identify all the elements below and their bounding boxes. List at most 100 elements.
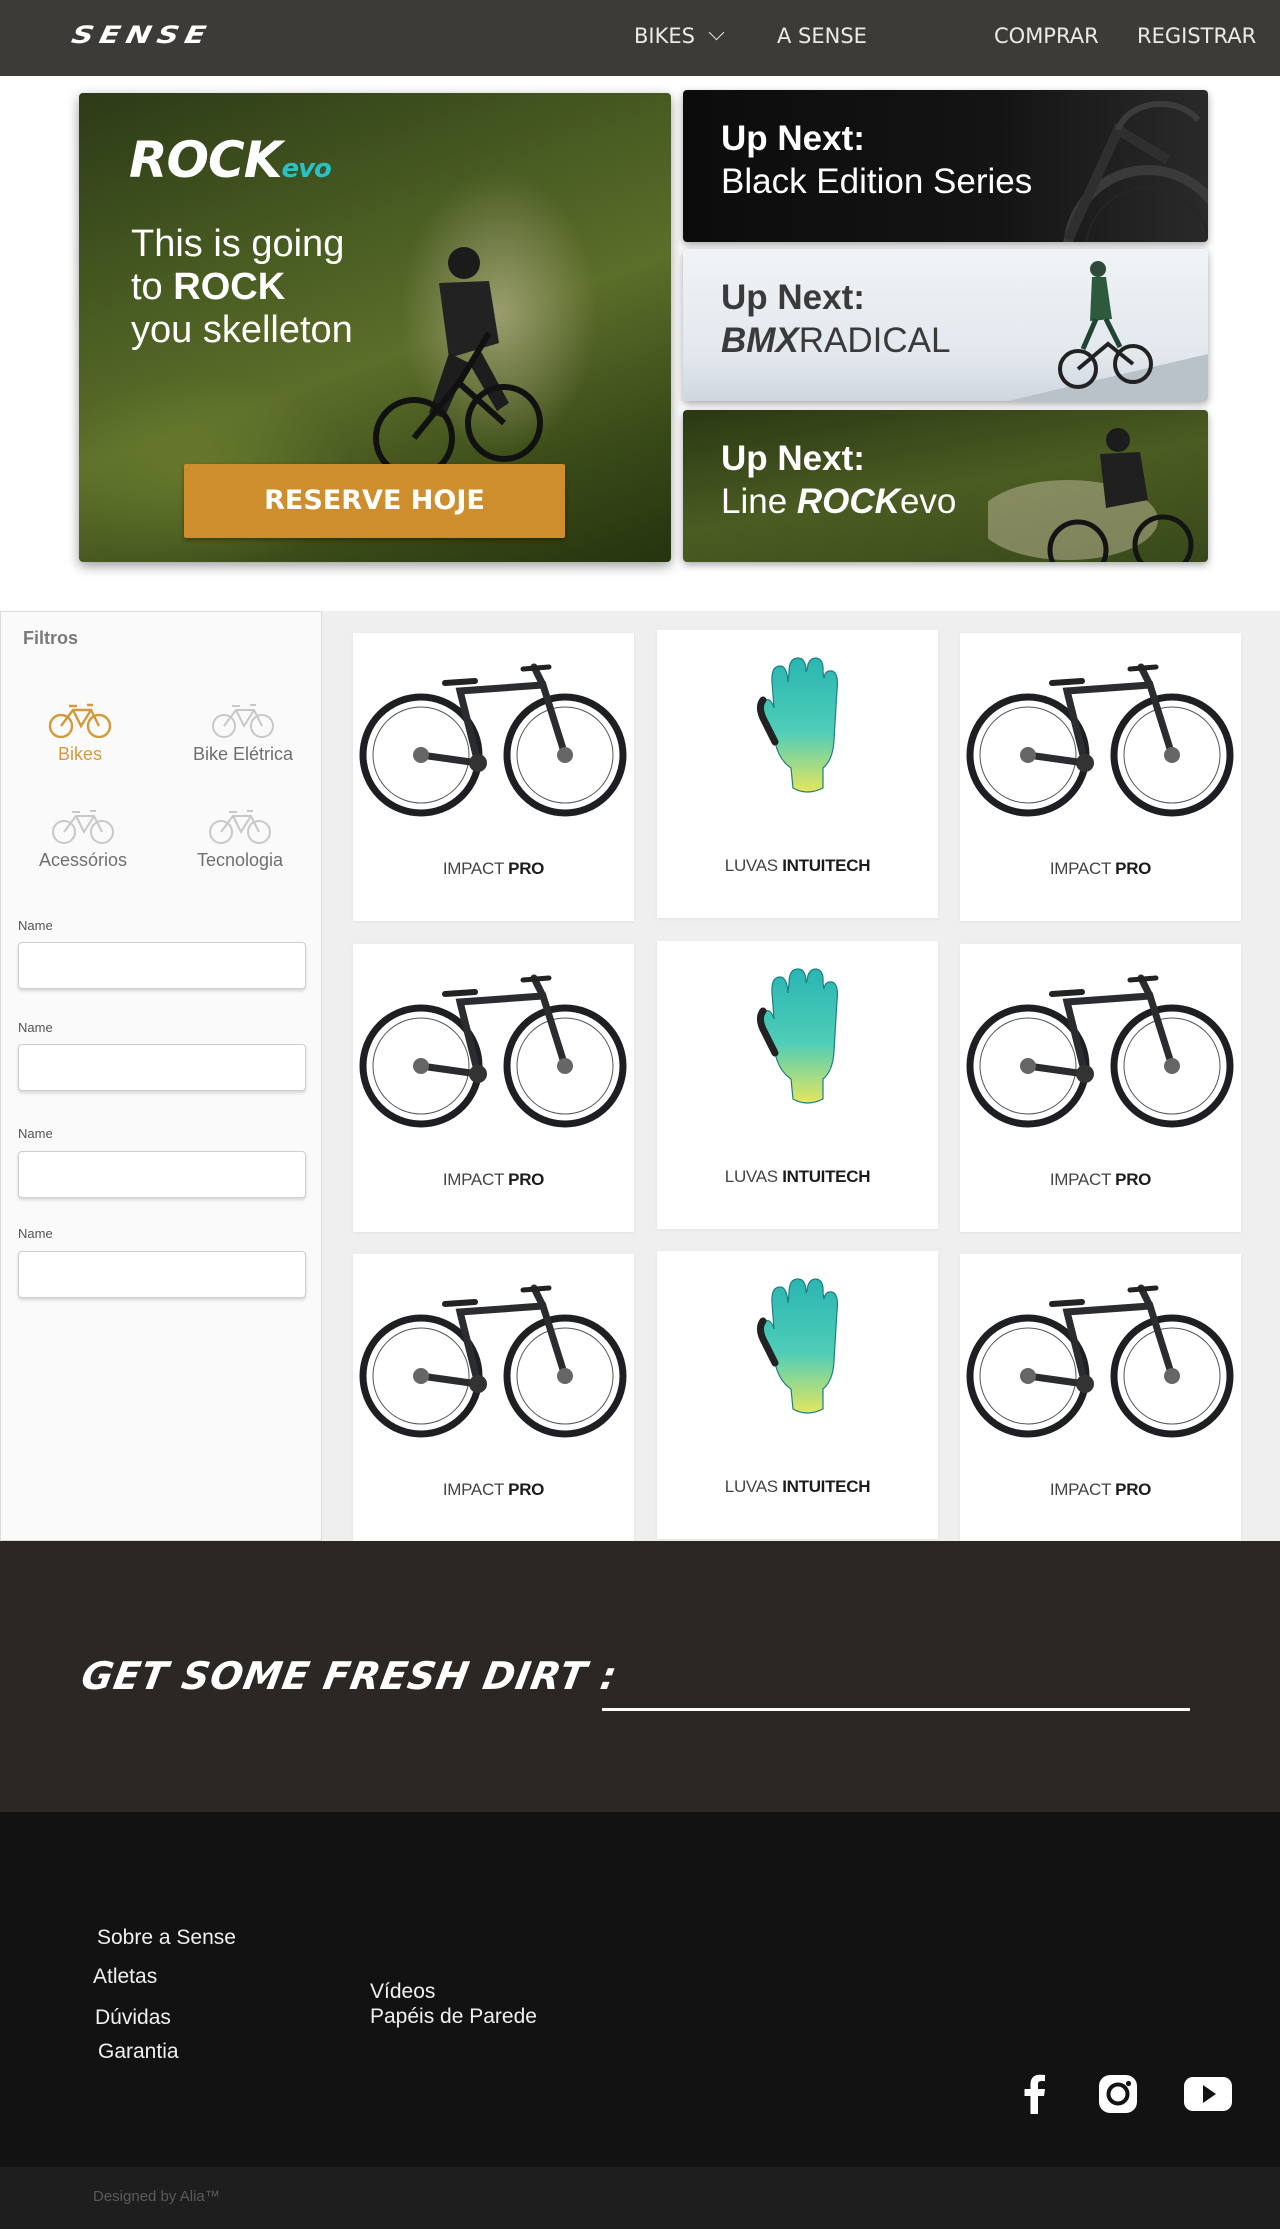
up-next-title: Up Next:	[721, 439, 865, 478]
up-next-subtitle-bold: BMX	[721, 321, 799, 360]
brand-logo[interactable]: SENSE	[69, 22, 214, 50]
product-name-light: IMPACT	[442, 1480, 509, 1499]
bike-image	[966, 974, 1234, 1128]
youtube-icon[interactable]	[1183, 2074, 1233, 2114]
newsletter-section: GET SOME FRESH DIRT :	[0, 1541, 1280, 1812]
product-name-light: LUVAS	[724, 856, 783, 875]
product-card[interactable]: IMPACT PRO	[353, 633, 634, 921]
nav-bikes-label: BIKES	[634, 24, 695, 48]
product-name-light: IMPACT	[442, 859, 509, 878]
name-field-2[interactable]	[18, 1044, 306, 1091]
rockevo-logo-main: ROCK	[129, 131, 282, 189]
product-name-bold: INTUITECH	[782, 1167, 871, 1186]
chevron-down-icon	[708, 24, 725, 41]
top-nav: SENSE BIKES A SENSE COMPRAR REGISTRAR	[0, 0, 1280, 76]
up-next-subtitle-text: RADICAL	[798, 321, 951, 360]
product-card[interactable]: IMPACT PRO	[353, 1254, 634, 1542]
filter-category-bikes[interactable]: Bikes	[10, 702, 150, 765]
filter-category-label: Tecnologia	[196, 850, 284, 870]
up-next-card-line-rockevo[interactable]: Up Next: Line ROCKevo	[683, 410, 1208, 562]
up-next-subtitle: Line ROCKevo	[721, 482, 956, 522]
up-next-subtitle-pre: Line	[721, 482, 797, 521]
bicycle-icon	[52, 810, 114, 844]
facebook-icon[interactable]	[1022, 2074, 1046, 2114]
product-name-bold: PRO	[508, 1480, 545, 1499]
footer-link-sobre[interactable]: Sobre a Sense	[97, 1926, 236, 1950]
footer-link-garantia[interactable]: Garantia	[98, 2040, 179, 2064]
glove-image	[756, 1278, 839, 1414]
up-next-title: Up Next:	[721, 278, 865, 317]
product-name-light: LUVAS	[724, 1167, 783, 1186]
up-next-title: Up Next:	[721, 119, 865, 158]
tagline-line-2-text: to	[131, 266, 174, 308]
name-field-4[interactable]	[18, 1251, 306, 1298]
product-name-bold: PRO	[508, 859, 545, 878]
trail-rider-image	[988, 428, 1194, 562]
product-name-light: IMPACT	[1049, 1170, 1116, 1189]
nav-comprar[interactable]: COMPRAR	[994, 24, 1099, 48]
product-name-light: IMPACT	[442, 1170, 509, 1189]
product-card[interactable]: LUVAS INTUITECH	[657, 1251, 938, 1539]
product-name: LUVAS INTUITECH	[657, 856, 938, 876]
hero-tagline: This is going to ROCK you skelleton	[131, 223, 451, 352]
glove-image	[756, 968, 839, 1104]
footer-link-videos[interactable]: Vídeos	[370, 1980, 435, 2004]
up-next-subtitle: Black Edition Series	[721, 162, 1033, 201]
glove-image	[756, 657, 839, 793]
name-field-1[interactable]	[18, 942, 306, 989]
product-card[interactable]: IMPACT PRO	[353, 944, 634, 1232]
product-card[interactable]: LUVAS INTUITECH	[657, 630, 938, 918]
reserve-button[interactable]: RESERVE HOJE	[184, 464, 565, 538]
instagram-icon[interactable]	[1098, 2074, 1138, 2114]
product-card[interactable]: IMPACT PRO	[960, 633, 1241, 921]
up-next-subtitle-text: evo	[899, 482, 957, 521]
footer-link-duvidas[interactable]: Dúvidas	[95, 2006, 171, 2030]
filter-category-bike-eletrica[interactable]: Bike Elétrica	[173, 702, 313, 765]
footer	[0, 1812, 1280, 2167]
field-label: Name	[18, 918, 53, 933]
product-name-bold: INTUITECH	[782, 856, 871, 875]
product-card[interactable]: LUVAS INTUITECH	[657, 941, 938, 1229]
nav-bikes-dropdown[interactable]: BIKES	[634, 24, 725, 48]
product-name: IMPACT PRO	[353, 1480, 634, 1500]
product-card[interactable]: IMPACT PRO	[960, 944, 1241, 1232]
newsletter-email-input[interactable]	[602, 1671, 1190, 1711]
up-next-card-bmx-radical[interactable]: Up Next: BMXRADICAL	[683, 249, 1208, 401]
filter-category-label: Bike Elétrica	[192, 744, 294, 764]
up-next-card-black-edition[interactable]: Up Next: Black Edition Series	[683, 90, 1208, 242]
bicycle-icon	[209, 810, 271, 844]
name-field-3[interactable]	[18, 1151, 306, 1198]
footer-link-papeis[interactable]: Papéis de Parede	[370, 2005, 537, 2029]
bike-image	[359, 974, 627, 1128]
designer-credit: Designed by Alia™	[93, 2188, 220, 2205]
product-name-bold: PRO	[1115, 859, 1152, 878]
bike-image	[966, 1284, 1234, 1438]
product-name: LUVAS INTUITECH	[657, 1477, 938, 1497]
nav-a-sense[interactable]: A SENSE	[777, 24, 867, 48]
filter-category-acessorios[interactable]: Acessórios	[13, 808, 153, 871]
bicycle-icon	[212, 704, 274, 738]
rockevo-logo: ROCKevo	[129, 131, 332, 189]
product-card[interactable]: IMPACT PRO	[960, 1254, 1241, 1542]
bmx-rider-image	[1008, 261, 1208, 401]
product-name-bold: PRO	[1115, 1170, 1152, 1189]
shop-section: Filtros Bikes Bike Elétrica Acessórios T…	[0, 611, 1280, 1542]
product-name: IMPACT PRO	[353, 859, 634, 879]
tagline-line-2-bold: ROCK	[173, 266, 286, 308]
filter-category-tecnologia[interactable]: Tecnologia	[170, 808, 310, 871]
newsletter-heading: GET SOME FRESH DIRT :	[78, 1654, 622, 1698]
tagline-line-2: to ROCK	[131, 266, 451, 309]
product-name: IMPACT PRO	[960, 1170, 1241, 1190]
field-label: Name	[18, 1126, 53, 1141]
bike-image	[966, 663, 1234, 817]
filters-sidebar: Filtros Bikes Bike Elétrica Acessórios T…	[0, 611, 322, 1541]
field-label: Name	[18, 1226, 53, 1241]
filters-title: Filtros	[23, 628, 79, 648]
tagline-line-3: you skelleton	[131, 309, 353, 351]
product-name-light: IMPACT	[1049, 1480, 1116, 1499]
product-name-bold: INTUITECH	[782, 1477, 871, 1496]
footer-link-atletas[interactable]: Atletas	[93, 1965, 157, 1989]
nav-registrar[interactable]: REGISTRAR	[1137, 24, 1256, 48]
tagline-line-1: This is going	[131, 223, 345, 265]
hero-banner: ROCKevo This is going to ROCK you skelle…	[79, 93, 671, 562]
